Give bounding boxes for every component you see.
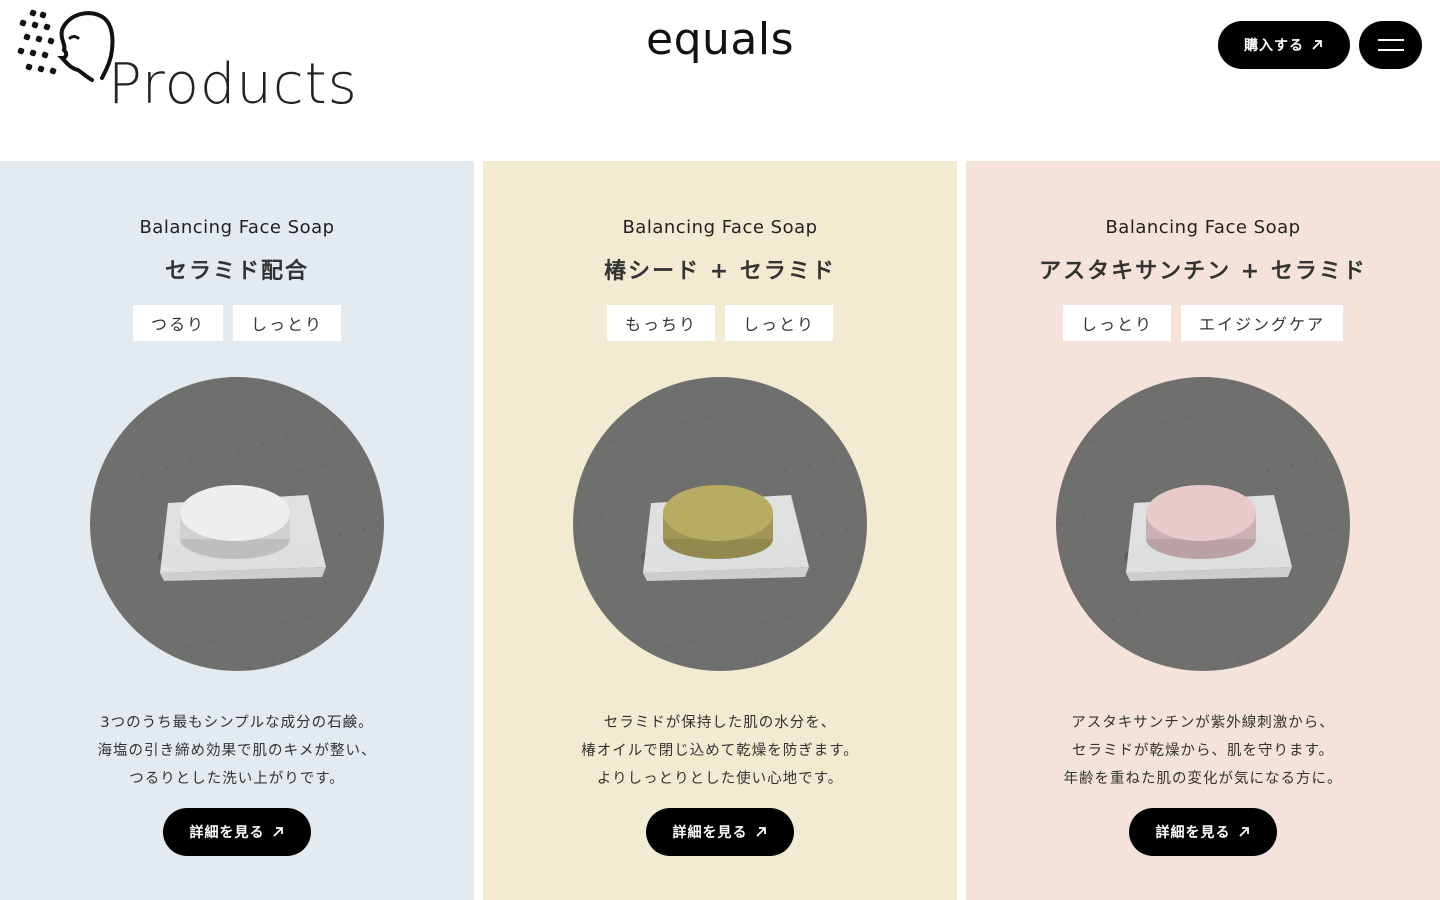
product-eyebrow: Balancing Face Soap: [1105, 217, 1301, 238]
product-description-line: 海塩の引き締め効果で肌のキメが整い、: [97, 743, 377, 759]
product-name: 椿シード + セラミド: [604, 259, 836, 284]
product-image[interactable]: [1056, 377, 1350, 671]
product-tag: エイジングケア: [1181, 305, 1344, 341]
external-arrow-icon: [755, 827, 766, 837]
product-eyebrow: Balancing Face Soap: [139, 217, 335, 238]
product-tag: しっとり: [725, 305, 834, 341]
product-tag: つるり: [132, 305, 223, 341]
product-image[interactable]: [573, 377, 867, 671]
product-description: アスタキサンチンが紫外線刺激から、 セラミドが乾燥から、肌を守ります。 年齢を重…: [966, 709, 1440, 793]
view-details-button[interactable]: 詳細を見る: [646, 808, 794, 856]
hamburger-menu-icon-bar: [1377, 49, 1404, 51]
product-tags: しっとり エイジングケア: [966, 305, 1440, 341]
view-details-label: 詳細を見る: [1155, 825, 1231, 841]
product-description-line: 年齢を重ねた肌の変化が気になる方に。: [1063, 771, 1343, 787]
product-name: アスタキサンチン + セラミド: [1039, 259, 1367, 284]
view-details-label: 詳細を見る: [189, 825, 265, 841]
buy-button[interactable]: 購入する: [1218, 21, 1350, 69]
product-description: セラミドが保持した肌の水分を、 椿オイルで閉じ込めて乾燥を防ぎます。 よりしっと…: [483, 709, 957, 793]
product-card: Balancing Face Soap セラミド配合 つるり しっとり 3つのう…: [0, 161, 474, 900]
product-description-line: アスタキサンチンが紫外線刺激から、: [1071, 715, 1335, 731]
hamburger-menu-icon: [1377, 39, 1404, 41]
view-details-button[interactable]: 詳細を見る: [1129, 808, 1277, 856]
product-description-line: 3つのうち最もシンプルな成分の石鹸。: [100, 715, 374, 731]
product-name: セラミド配合: [164, 259, 309, 284]
product-description-line: 椿オイルで閉じ込めて乾燥を防ぎます。: [581, 743, 859, 759]
buy-button-label: 購入する: [1244, 38, 1304, 54]
product-list: Balancing Face Soap セラミド配合 つるり しっとり 3つのう…: [0, 161, 1440, 900]
site-header: Products equals 購入する: [0, 0, 1440, 160]
product-eyebrow: Balancing Face Soap: [622, 217, 818, 238]
product-tag: しっとり: [1062, 305, 1171, 341]
product-description-line: つるりとした洗い上がりです。: [129, 771, 345, 787]
external-arrow-icon: [1238, 827, 1249, 837]
product-card: Balancing Face Soap アスタキサンチン + セラミド しっとり…: [966, 161, 1440, 900]
product-description-line: セラミドが保持した肌の水分を、: [603, 715, 837, 731]
product-tags: つるり しっとり: [0, 305, 474, 341]
hamburger-menu-button[interactable]: [1359, 21, 1422, 69]
product-description-line: よりしっとりとした使い心地です。: [596, 771, 844, 787]
product-tag: しっとり: [233, 305, 342, 341]
view-details-button[interactable]: 詳細を見る: [163, 808, 311, 856]
product-description-line: セラミドが乾燥から、肌を守ります。: [1071, 743, 1335, 759]
external-arrow-icon: [272, 827, 283, 837]
product-tags: もっちり しっとり: [483, 305, 957, 341]
product-image[interactable]: [90, 377, 384, 671]
product-card: Balancing Face Soap 椿シード + セラミド もっちり しっと…: [483, 161, 957, 900]
view-details-label: 詳細を見る: [672, 825, 748, 841]
external-arrow-icon: [1312, 40, 1322, 50]
product-description: 3つのうち最もシンプルな成分の石鹸。 海塩の引き締め効果で肌のキメが整い、 つる…: [0, 709, 474, 793]
product-tag: もっちり: [606, 305, 715, 341]
